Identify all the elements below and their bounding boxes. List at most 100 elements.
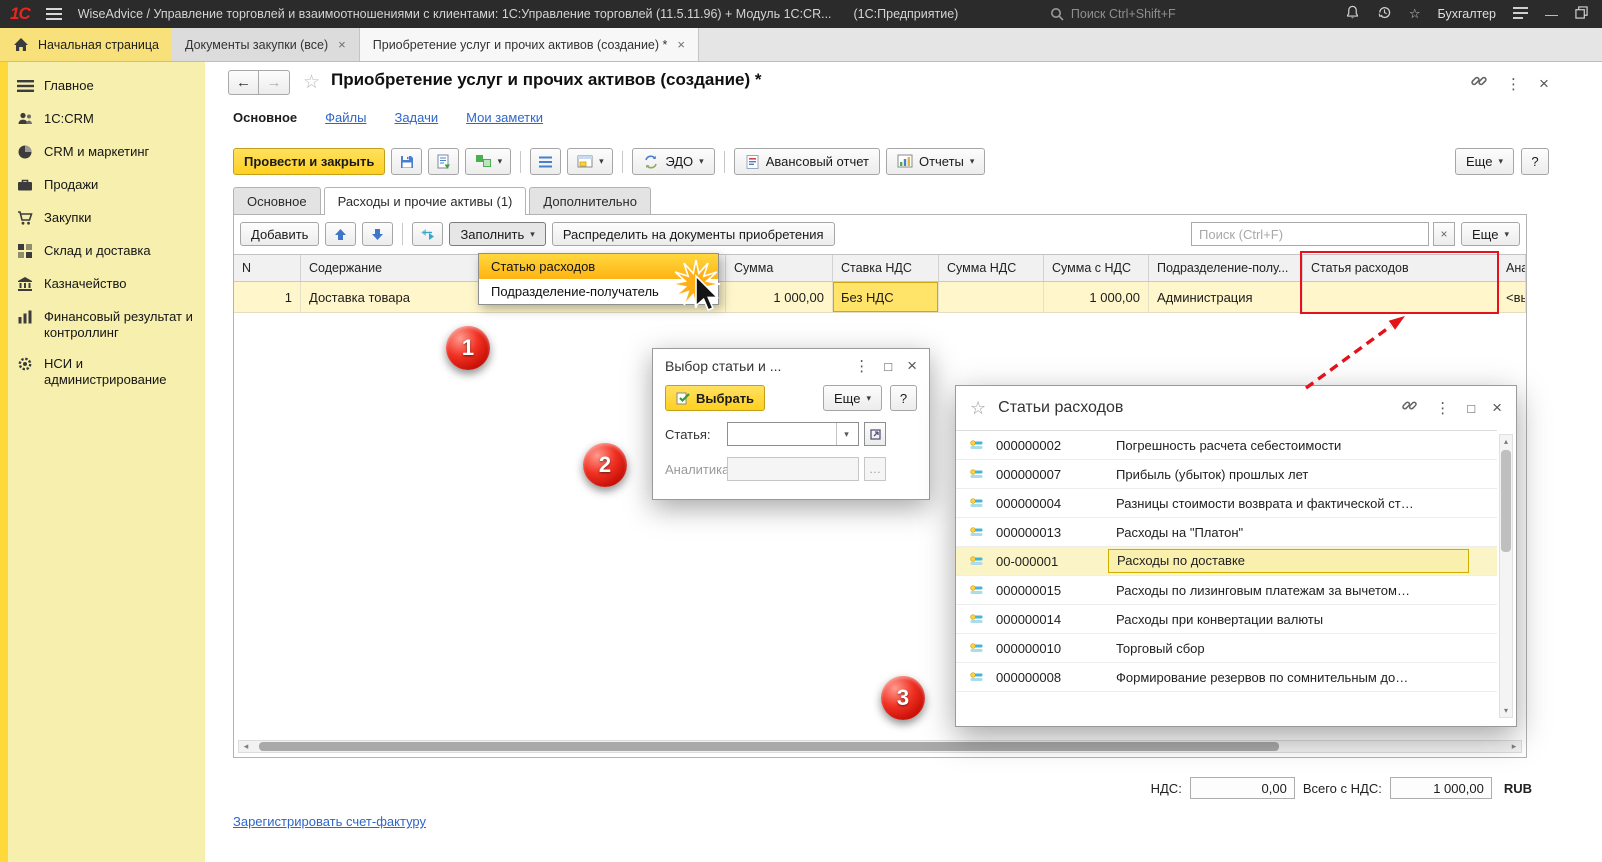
dialog-help-button[interactable]: ?	[890, 385, 917, 411]
sidebar-item-crm-marketing[interactable]: CRM и маркетинг	[10, 136, 205, 169]
list-item[interactable]: 000000014 Расходы при конвертации валюты	[956, 605, 1497, 634]
back-button[interactable]: ←	[228, 70, 259, 95]
grid-more-button[interactable]: Еще ▾	[1461, 222, 1520, 246]
distribute-button[interactable]: Распределить на документы приобретения	[551, 222, 835, 246]
add-row-button[interactable]: Добавить	[240, 222, 320, 246]
cell-total[interactable]: 1 000,00	[1044, 282, 1149, 312]
forward-button[interactable]: →	[259, 70, 290, 95]
nav-link-notes[interactable]: Мои заметки	[466, 110, 543, 125]
tab-close-icon[interactable]: ×	[677, 37, 685, 52]
link-icon[interactable]	[1470, 72, 1488, 95]
sidebar-item-purchases[interactable]: Закупки	[10, 202, 205, 235]
article-input[interactable]	[728, 423, 836, 445]
column-header-total[interactable]: Сумма с НДС	[1044, 255, 1149, 281]
functions-menu-icon[interactable]	[1513, 6, 1528, 22]
horizontal-scrollbar[interactable]: ◂ ▸	[238, 740, 1522, 753]
close-form-icon[interactable]: ×	[1539, 74, 1549, 94]
advance-report-button[interactable]: Авансовый отчет	[733, 148, 880, 175]
cell-sum[interactable]: 1 000,00	[726, 282, 833, 312]
minimize-icon[interactable]: —	[1545, 7, 1558, 22]
close-dialog-icon[interactable]: ×	[907, 356, 917, 376]
scrollbar-thumb[interactable]	[259, 742, 1279, 751]
sidebar-item-treasury[interactable]: Казначейство	[10, 268, 205, 301]
column-header-vat-sum[interactable]: Сумма НДС	[939, 255, 1044, 281]
grid-search-input[interactable]	[1191, 222, 1430, 246]
scroll-left-icon[interactable]: ◂	[239, 741, 253, 752]
close-window-icon[interactable]: ×	[1492, 398, 1502, 418]
scrollbar-thumb[interactable]	[1501, 450, 1511, 552]
window-titlebar[interactable]: ☆ Статьи расходов ⋮ □ ×	[956, 386, 1516, 430]
column-header-sum[interactable]: Сумма	[726, 255, 833, 281]
scroll-right-icon[interactable]: ▸	[1507, 741, 1521, 752]
clear-search-icon[interactable]: ×	[1433, 222, 1456, 246]
move-down-button[interactable]	[362, 222, 394, 246]
nav-link-tasks[interactable]: Задачи	[394, 110, 438, 125]
register-invoice-link[interactable]: Зарегистрировать счет-фактуру	[233, 814, 426, 829]
favorites-star-icon[interactable]: ☆	[1409, 6, 1421, 22]
maximize-icon[interactable]: □	[1467, 401, 1475, 416]
post-and-close-button[interactable]: Провести и закрыть	[233, 148, 386, 175]
form-more-button[interactable]: Еще ▾	[1455, 148, 1514, 175]
tab-expenses[interactable]: Расходы и прочие активы (1)	[323, 187, 527, 215]
tab-purchase-documents[interactable]: Документы закупки (все) ×	[172, 28, 360, 61]
restore-window-icon[interactable]	[1575, 6, 1588, 22]
list-item[interactable]: 000000002 Погрешность расчета себестоимо…	[956, 431, 1497, 460]
column-header-n[interactable]: N	[234, 255, 301, 281]
cell-vat-sum[interactable]	[939, 282, 1044, 312]
dialog-titlebar[interactable]: Выбор статьи и ... ⋮ □ ×	[653, 349, 929, 383]
list-item-selected[interactable]: 00-000001 Расходы по доставке	[956, 547, 1497, 576]
column-header-analytics[interactable]: Анал	[1498, 255, 1526, 281]
sidebar-item-warehouse[interactable]: Склад и доставка	[10, 235, 205, 268]
tab-additional[interactable]: Дополнительно	[529, 187, 651, 214]
vertical-scrollbar[interactable]: ▴ ▾	[1499, 434, 1513, 718]
current-user[interactable]: Бухгалтер	[1438, 7, 1496, 21]
link-icon[interactable]	[1401, 397, 1418, 419]
favorite-star-icon[interactable]: ☆	[303, 71, 320, 94]
more-menu-icon[interactable]: ⋮	[1435, 399, 1450, 417]
scroll-down-icon[interactable]: ▾	[1504, 704, 1508, 717]
cell-n[interactable]: 1	[234, 282, 301, 312]
history-icon[interactable]	[1377, 5, 1392, 23]
print-forms-button[interactable]: ▾	[567, 148, 614, 175]
favorite-star-icon[interactable]: ☆	[970, 398, 986, 419]
list-item[interactable]: 000000007 Прибыль (убыток) прошлых лет	[956, 460, 1497, 489]
list-item[interactable]: 000000008 Формирование резервов по сомни…	[956, 663, 1497, 692]
scroll-up-icon[interactable]: ▴	[1504, 435, 1508, 448]
more-menu-icon[interactable]: ⋮	[1506, 75, 1521, 93]
global-search[interactable]: Поиск Ctrl+Shift+F	[1050, 7, 1335, 21]
more-menu-icon[interactable]: ⋮	[854, 357, 869, 375]
cell-vat-rate[interactable]: Без НДС	[833, 282, 939, 312]
share-rows-button[interactable]	[412, 222, 444, 246]
sidebar-item-1c-crm[interactable]: 1С:CRM	[10, 103, 205, 136]
list-item[interactable]: 000000010 Торговый сбор	[956, 634, 1497, 663]
select-button[interactable]: Выбрать	[665, 385, 766, 411]
reports-button[interactable]: Отчеты ▾	[885, 148, 986, 175]
edo-button[interactable]: ЭДО ▾	[632, 148, 715, 175]
cell-analytics[interactable]: <выб	[1498, 282, 1526, 312]
list-item[interactable]: 000000004 Разницы стоимости возврата и ф…	[956, 489, 1497, 518]
open-article-button[interactable]	[864, 422, 886, 446]
nav-link-main[interactable]: Основное	[233, 110, 297, 125]
maximize-icon[interactable]: □	[884, 359, 892, 374]
column-header-vat-rate[interactable]: Ставка НДС	[833, 255, 939, 281]
help-button[interactable]: ?	[1521, 148, 1549, 175]
tab-current-document[interactable]: Приобретение услуг и прочих активов (соз…	[359, 28, 699, 61]
fill-button[interactable]: Заполнить ▾	[449, 222, 546, 246]
document-register-button[interactable]	[530, 148, 562, 175]
tab-close-icon[interactable]: ×	[338, 37, 346, 52]
sidebar-item-sales[interactable]: Продажи	[10, 169, 205, 202]
combo-caret-icon[interactable]: ▾	[836, 423, 856, 445]
tab-home[interactable]: Начальная страница	[0, 28, 172, 61]
sidebar-item-administration[interactable]: НСИ и администрирование	[10, 348, 205, 395]
nav-link-files[interactable]: Файлы	[325, 110, 366, 125]
sidebar-item-main[interactable]: Главное	[10, 70, 205, 103]
save-button[interactable]	[391, 148, 423, 175]
main-menu-icon[interactable]	[45, 7, 62, 21]
tab-main[interactable]: Основное	[233, 187, 321, 214]
list-item[interactable]: 000000015 Расходы по лизинговым платежам…	[956, 576, 1497, 605]
cell-department[interactable]: Администрация	[1149, 282, 1303, 312]
dialog-more-button[interactable]: Еще ▾	[823, 385, 882, 411]
create-based-on-button[interactable]: ▾	[465, 148, 512, 175]
post-document-button[interactable]	[428, 148, 460, 175]
list-item[interactable]: 000000013 Расходы на "Платон"	[956, 518, 1497, 547]
